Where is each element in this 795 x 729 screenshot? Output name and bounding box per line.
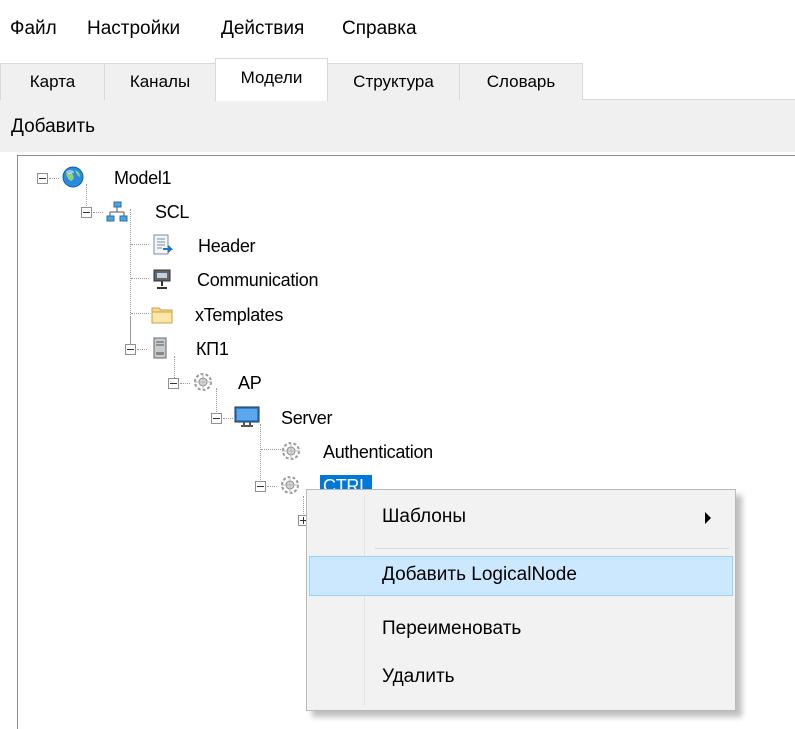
add-button[interactable]: Добавить (11, 116, 95, 138)
menu-separator (375, 548, 729, 549)
menu-item-label: Шаблоны (382, 506, 467, 527)
tree-node-collapsed[interactable] (18, 508, 309, 532)
collapse-icon[interactable] (37, 173, 48, 184)
tree-node-authentication[interactable]: Authentication (18, 440, 433, 464)
tab-channels[interactable]: Каналы (104, 63, 216, 100)
globe-icon (62, 166, 84, 188)
network-icon (106, 201, 128, 222)
menu-help[interactable]: Справка (342, 18, 417, 40)
tree-node-kp1[interactable]: КП1 (18, 337, 229, 361)
tree-node-label: Authentication (323, 442, 433, 462)
monitor-icon (234, 406, 260, 427)
tree-node-label: Header (198, 236, 256, 256)
collapse-icon[interactable] (255, 481, 266, 492)
server-tower-icon (153, 337, 167, 359)
tree-node-label: Communication (197, 270, 319, 290)
tree-node-label: Server (281, 408, 333, 428)
collapse-icon[interactable] (211, 413, 222, 424)
menu-settings[interactable]: Настройки (87, 18, 180, 40)
collapse-icon[interactable] (168, 378, 179, 389)
tree-node-label: Model1 (114, 168, 172, 188)
menu-item-add-logical-node[interactable]: Добавить LogicalNode (309, 556, 733, 596)
network-card-icon (153, 269, 171, 289)
tree-node-header[interactable]: Header (18, 234, 268, 258)
tree-node-ap[interactable]: AP (18, 371, 262, 395)
tree-node-ctrl[interactable]: CTRL (18, 474, 372, 498)
tree-node-model1[interactable]: Model1 (18, 166, 218, 190)
menu-item-rename[interactable]: Переименовать (309, 610, 733, 650)
tree-node-label: AP (238, 373, 262, 393)
tab-strip: Карта Каналы Модели Структура Словарь (0, 58, 795, 101)
document-icon (153, 234, 173, 255)
menu-actions[interactable]: Действия (221, 18, 304, 40)
menu-bar: Файл Настройки Действия Справка (0, 0, 795, 58)
tree-node-label: SCL (155, 202, 190, 222)
tab-structure[interactable]: Структура (327, 63, 460, 100)
menu-item-templates[interactable]: Шаблоны (309, 498, 733, 538)
menu-item-delete[interactable]: Удалить (309, 658, 733, 698)
gear-node-icon (282, 442, 300, 460)
tree-node-label: КП1 (196, 339, 229, 359)
tab-map[interactable]: Карта (0, 63, 105, 100)
toolbar: Добавить (0, 100, 795, 152)
tab-models[interactable]: Модели (215, 58, 328, 101)
tree-node-server[interactable]: Server (18, 406, 333, 430)
tree-node-scl[interactable]: SCL (18, 200, 218, 224)
collapse-icon[interactable] (81, 207, 92, 218)
menu-item-label: Добавить LogicalNode (382, 564, 577, 585)
tree-node-label: xTemplates (195, 305, 284, 325)
menu-item-label: Переименовать (382, 618, 522, 639)
tree-node-xtemplates[interactable]: xTemplates (18, 303, 283, 327)
submenu-arrow-icon (705, 512, 711, 524)
collapse-icon[interactable] (125, 344, 136, 355)
folder-icon (151, 307, 173, 324)
tab-dictionary[interactable]: Словарь (459, 63, 583, 100)
menu-file[interactable]: Файл (10, 18, 57, 40)
gear-node-icon (194, 373, 212, 391)
menu-item-label: Удалить (382, 666, 455, 687)
tree-node-communication[interactable]: Communication (18, 268, 318, 292)
context-menu: Шаблоны Добавить LogicalNode Переименова… (306, 489, 736, 711)
gear-node-icon (281, 476, 299, 494)
